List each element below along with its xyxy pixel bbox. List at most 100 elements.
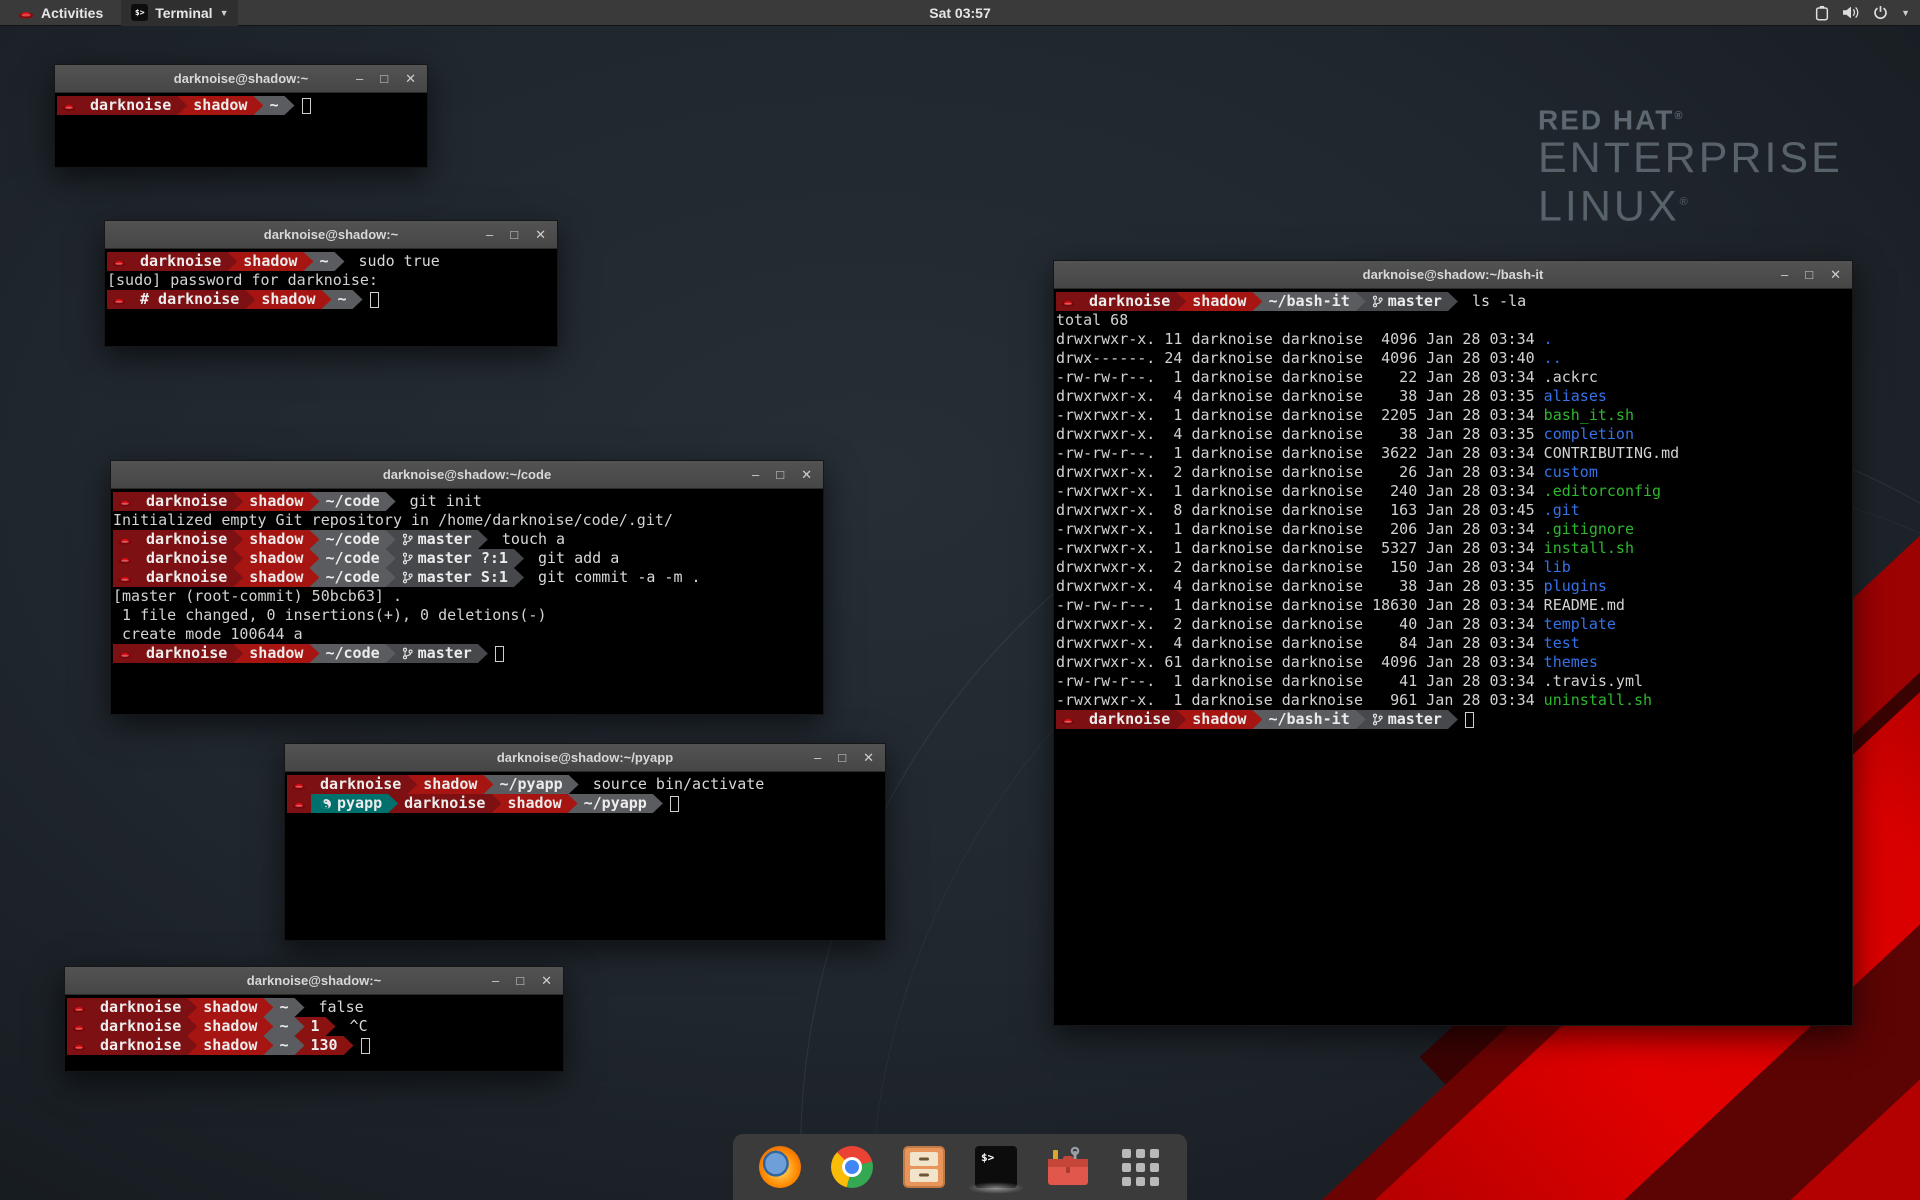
close-button[interactable]: ✕ [541,974,552,987]
maximize-button[interactable]: □ [838,751,846,764]
prompt-segment-git: master ?:1 [386,549,524,568]
power-icon[interactable] [1873,5,1888,20]
minimize-button[interactable]: – [752,468,759,481]
terminal-line: drwxrwxr-x. 4 darknoise darknoise 38 Jan… [1056,577,1851,596]
minimize-button[interactable]: – [486,228,493,241]
terminal-content[interactable]: darknoiseshadow~ falsedarknoiseshadow~1 … [65,995,563,1071]
prompt-segment-git: master [386,530,488,549]
titlebar[interactable]: darknoise@shadow:~/code – □ ✕ [111,461,823,489]
close-button[interactable]: ✕ [801,468,812,481]
titlebar[interactable]: darknoise@shadow:~/pyapp – □ ✕ [285,744,885,772]
redhat-prompt-icon [107,252,131,271]
activities-button[interactable]: Activities [10,0,111,26]
titlebar[interactable]: darknoise@shadow:~ – □ ✕ [65,967,563,995]
terminal-line: drwxrwxr-x. 61 darknoise darknoise 4096 … [1056,653,1851,672]
maximize-button[interactable]: □ [1805,268,1813,281]
terminal-line: darknoiseshadow~ false [67,998,562,1017]
dock-toolbox-icon[interactable] [1045,1144,1091,1190]
terminal-window-code: darknoise@shadow:~/code – □ ✕ darknoises… [110,460,824,715]
terminal-line: darknoiseshadow~1 ^C [67,1017,562,1036]
terminal-line: pyappdarknoiseshadow~/pyapp [287,794,884,813]
dock-terminal-icon[interactable]: $> [973,1144,1019,1190]
minimize-button[interactable]: – [1781,268,1788,281]
active-app-glow [967,1182,1025,1194]
dock-chrome-icon[interactable] [829,1144,875,1190]
dock-app-grid-icon[interactable] [1117,1144,1163,1190]
terminal-window-home-1: darknoise@shadow:~ – □ ✕ darknoiseshadow… [54,64,428,168]
terminal-line: drwxrwxr-x. 8 darknoise darknoise 163 Ja… [1056,501,1851,520]
terminal-line: -rwxrwxr-x. 1 darknoise darknoise 5327 J… [1056,539,1851,558]
redhat-prompt-icon [113,549,137,568]
prompt-segment-host: shadow [177,96,263,115]
terminal-content[interactable]: darknoiseshadow~/pyapp source bin/activa… [285,772,885,940]
file-row-meta: drwxrwxr-x. 61 darknoise darknoise 4096 … [1056,653,1544,672]
redhat-prompt-icon [72,1022,86,1032]
terminal-line: -rw-rw-r--. 1 darknoise darknoise 3622 J… [1056,444,1851,463]
battery-icon[interactable] [1815,5,1829,21]
dock-files-icon[interactable] [901,1144,947,1190]
command-text: false [310,998,364,1017]
window-title: darknoise@shadow:~/pyapp [497,750,673,765]
clock[interactable]: Sat 03:57 [929,0,990,26]
terminal-line: [sudo] password for darknoise: [107,271,556,290]
file-name: .ackrc [1544,368,1598,387]
redhat-icon [18,7,34,19]
titlebar[interactable]: darknoise@shadow:~/bash-it – □ ✕ [1054,261,1852,289]
minimize-button[interactable]: – [492,974,499,987]
rhel-logo-enterprise: ENTERPRISE [1538,136,1843,180]
redhat-prompt-icon [292,780,306,790]
terminal-content[interactable]: darknoiseshadow~ sudo true[sudo] passwor… [105,249,557,346]
maximize-button[interactable]: □ [380,72,388,85]
dock-firefox-icon[interactable] [757,1144,803,1190]
redhat-prompt-icon [107,290,131,309]
prompt-segment-path: ~/bash-it [1252,710,1365,729]
file-name: plugins [1544,577,1607,596]
terminal-line: drwxrwxr-x. 4 darknoise darknoise 84 Jan… [1056,634,1851,653]
prompt-segment-user: darknoise [81,96,187,115]
desktop: RED HAT® ENTERPRISE LINUX® Activities $>… [0,0,1920,1200]
output-text: [sudo] password for darknoise: [107,271,378,290]
file-name: test [1544,634,1580,653]
prompt-segment-user: darknoise [131,252,237,271]
file-row-meta: -rwxrwxr-x. 1 darknoise darknoise 961 Ja… [1056,691,1544,710]
prompt-segment-host: shadow [233,644,319,663]
terminal-content[interactable]: darknoiseshadow~ [55,93,427,167]
prompt-segment-user: darknoise [137,492,243,511]
prompt-segment-host: shadow [1176,710,1262,729]
maximize-button[interactable]: □ [510,228,518,241]
terminal-window-home-2: darknoise@shadow:~ – □ ✕ darknoiseshadow… [64,966,564,1072]
file-name: aliases [1544,387,1607,406]
prompt-segment-host: shadow [187,1017,273,1036]
terminal-cursor [302,98,311,114]
file-name: README.md [1544,596,1625,615]
volume-icon[interactable] [1842,5,1860,20]
terminal-line: darknoiseshadow~/bash-itmaster [1056,710,1851,729]
activities-label: Activities [41,5,103,21]
app-menu-terminal[interactable]: $> Terminal ▼ [121,0,238,26]
close-button[interactable]: ✕ [535,228,546,241]
chevron-down-icon[interactable]: ▼ [1901,8,1910,18]
redhat-prompt-icon [113,530,137,549]
redhat-prompt-icon [67,1036,91,1055]
minimize-button[interactable]: – [814,751,821,764]
redhat-prompt-icon [1056,710,1080,729]
terminal-content[interactable]: darknoiseshadow~/bash-itmaster ls -latot… [1054,289,1852,1025]
close-button[interactable]: ✕ [863,751,874,764]
terminal-content[interactable]: darknoiseshadow~/code git initInitialize… [111,489,823,714]
titlebar[interactable]: darknoise@shadow:~ – □ ✕ [105,221,557,249]
prompt-segment-host: shadow [233,492,319,511]
file-name: completion [1544,425,1634,444]
close-button[interactable]: ✕ [1830,268,1841,281]
close-button[interactable]: ✕ [405,72,416,85]
titlebar[interactable]: darknoise@shadow:~ – □ ✕ [55,65,427,93]
terminal-window-pyapp: darknoise@shadow:~/pyapp – □ ✕ darknoise… [284,743,886,941]
maximize-button[interactable]: □ [516,974,524,987]
minimize-button[interactable]: – [356,72,363,85]
prompt-segment-host: shadow [187,1036,273,1055]
git-branch-icon [402,533,413,546]
prompt-segment-user: darknoise [91,1017,197,1036]
file-name: .git [1544,501,1580,520]
redhat-prompt-icon [113,492,137,511]
maximize-button[interactable]: □ [776,468,784,481]
redhat-prompt-icon [1061,297,1075,307]
